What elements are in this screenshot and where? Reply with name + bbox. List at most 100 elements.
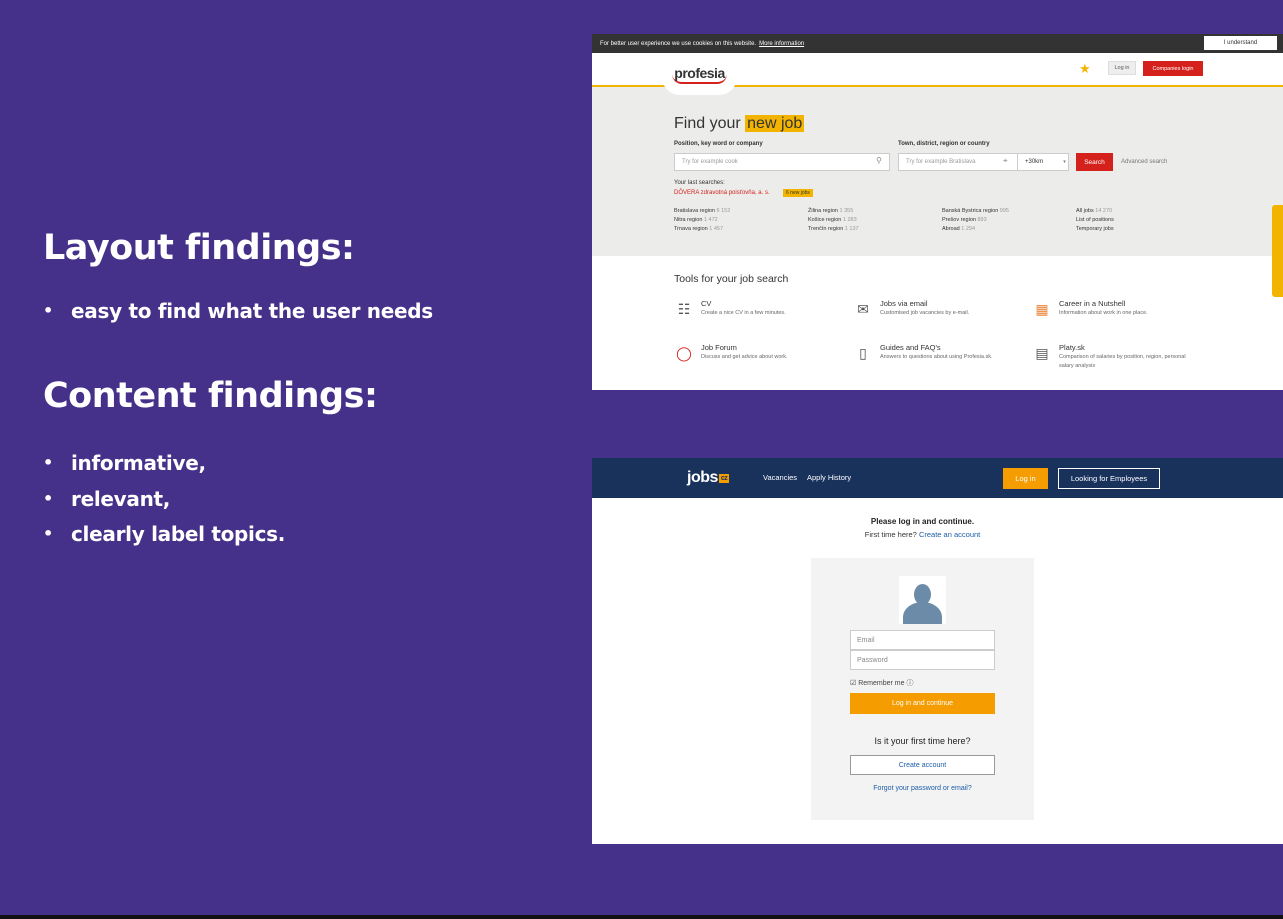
content-findings-list: informative, relevant, clearly label top… bbox=[43, 452, 285, 559]
first-time-heading: Is it your first time here? bbox=[874, 736, 971, 746]
looking-for-employees-button[interactable]: Looking for Employees bbox=[1058, 468, 1160, 489]
radius-select[interactable]: +30km ▾ bbox=[1017, 153, 1069, 171]
search-icon[interactable]: ⚲ bbox=[876, 156, 882, 165]
page-title: Find your new job bbox=[674, 115, 805, 133]
cube-icon: ▦ bbox=[1035, 301, 1049, 317]
login-prompt: Please log in and continue. bbox=[870, 517, 975, 526]
town-input[interactable]: Try for example Bratislava bbox=[898, 153, 1018, 171]
salary-icon: ▤ bbox=[1035, 345, 1049, 361]
tool-title: Platy.sk bbox=[1059, 343, 1085, 352]
region-link[interactable]: Prešov region 893 bbox=[942, 217, 1076, 223]
cookie-more-link[interactable]: More information bbox=[759, 41, 804, 47]
password-field[interactable]: Password bbox=[850, 650, 995, 670]
chat-icon: ◯ bbox=[676, 345, 692, 361]
tool-desc: Create a nice CV in a few minutes. bbox=[701, 310, 786, 316]
tool-desc: Discuss and get advice about work. bbox=[701, 354, 788, 360]
regions-grid: Bratislava region 6 152 Žilina region 1 … bbox=[674, 208, 1214, 232]
remember-me-checkbox[interactable]: ☑ Remember me ⓘ bbox=[850, 678, 913, 688]
bottom-border bbox=[0, 915, 1283, 919]
profesia-screenshot: For better user experience we use cookie… bbox=[592, 34, 1283, 390]
login-submit-button[interactable]: Log in and continue bbox=[850, 693, 995, 714]
avatar-body bbox=[903, 602, 942, 624]
cv-icon: ☷ bbox=[677, 301, 691, 317]
new-jobs-badge[interactable]: 6 new jobs bbox=[783, 189, 813, 197]
position-label: Position, key word or company bbox=[674, 141, 763, 147]
region-link[interactable]: Košice region 1 283 bbox=[808, 217, 942, 223]
jobscz-navbar: jobs cz Vacancies Apply History Log in Lo… bbox=[592, 458, 1283, 498]
region-link[interactable]: All jobs 14 270 bbox=[1076, 208, 1210, 214]
tool-title: CV bbox=[701, 299, 712, 308]
region-link[interactable]: Banská Bystrica region 995 bbox=[942, 208, 1076, 214]
email-field[interactable]: Email bbox=[850, 630, 995, 650]
checkbox-icon[interactable]: ☑ bbox=[850, 680, 856, 687]
tool-desc: Customised job vacancies by e-mail. bbox=[880, 310, 970, 316]
content-findings-heading: Content findings: bbox=[43, 376, 378, 416]
region-link[interactable]: Bratislava region 6 152 bbox=[674, 208, 808, 214]
avatar bbox=[899, 576, 946, 624]
title-highlight: new job bbox=[745, 115, 805, 132]
nav-apply-history[interactable]: Apply History bbox=[807, 473, 851, 482]
list-item: easy to find what the user needs bbox=[43, 300, 433, 336]
book-icon: ▯ bbox=[859, 345, 867, 361]
tool-item[interactable]: ▤ Platy.sk Comparison of salaries by posi… bbox=[1032, 343, 1199, 371]
layout-findings-list: easy to find what the user needs bbox=[43, 300, 433, 336]
cookie-text: For better user experience we use cookie… bbox=[600, 40, 757, 47]
tool-title: Career in a Nutshell bbox=[1059, 299, 1126, 308]
remember-me-label: Remember me bbox=[858, 680, 905, 687]
logo-tab: profesia bbox=[662, 53, 737, 95]
tool-title: Guides and FAQ's bbox=[880, 343, 941, 352]
first-time-text: First time here? Create an account bbox=[592, 530, 1253, 539]
feedback-side-tab[interactable] bbox=[1272, 205, 1283, 297]
list-item: relevant, bbox=[43, 488, 285, 524]
position-input[interactable]: Try for example cook bbox=[674, 153, 890, 171]
tool-title: Jobs via email bbox=[880, 299, 928, 308]
location-pin-icon[interactable]: ⌖ bbox=[1003, 156, 1008, 166]
companies-login-button[interactable]: Companies login bbox=[1143, 61, 1203, 76]
profesia-logo[interactable]: profesia bbox=[672, 65, 727, 84]
last-searches-label: Your last searches: bbox=[674, 180, 725, 186]
login-button[interactable]: Log in bbox=[1108, 61, 1136, 75]
tool-item[interactable]: ▯ Guides and FAQ's Answers to questions a… bbox=[853, 343, 993, 363]
tool-item[interactable]: ✉ Jobs via email Customised job vacancies… bbox=[853, 299, 969, 319]
tool-item[interactable]: ▦ Career in a Nutshell Information about … bbox=[1032, 299, 1148, 319]
cookie-accept-button[interactable]: I understand bbox=[1204, 36, 1277, 50]
tool-desc: Comparison of salaries by position, regi… bbox=[1059, 354, 1186, 369]
search-area: Find your new job Position, key word or … bbox=[592, 87, 1283, 297]
forgot-password-link[interactable]: Forgot your password or email? bbox=[811, 785, 1034, 792]
jobscz-screenshot: jobs cz Vacancies Apply History Log in Lo… bbox=[592, 458, 1283, 844]
advanced-search-link[interactable]: Advanced search bbox=[1121, 159, 1167, 165]
search-button[interactable]: Search bbox=[1076, 153, 1113, 171]
nav-login-button[interactable]: Log in bbox=[1003, 468, 1048, 489]
region-link[interactable]: List of positions bbox=[1076, 217, 1210, 223]
nav-vacancies[interactable]: Vacancies bbox=[763, 473, 797, 482]
region-link[interactable]: Abroad 1 294 bbox=[942, 226, 1076, 232]
region-link[interactable]: Nitra region 1 472 bbox=[674, 217, 808, 223]
region-link[interactable]: Žilina region 1 355 bbox=[808, 208, 942, 214]
create-account-button[interactable]: Create account bbox=[850, 755, 995, 775]
town-label: Town, district, region or country bbox=[898, 141, 990, 147]
radius-value: +30km bbox=[1025, 159, 1044, 165]
region-link[interactable]: Temporary jobs bbox=[1076, 226, 1210, 232]
tool-title: Job Forum bbox=[701, 343, 737, 352]
list-item: clearly label topics. bbox=[43, 523, 285, 559]
tools-title: Tools for your job search bbox=[674, 273, 789, 285]
list-item: informative, bbox=[43, 452, 285, 488]
tool-item[interactable]: ☷ CV Create a nice CV in a few minutes. bbox=[674, 299, 786, 319]
create-account-link[interactable]: Create an account bbox=[919, 530, 980, 539]
mail-icon: ✉ bbox=[857, 301, 869, 317]
jobscz-logo[interactable]: jobs cz bbox=[687, 469, 730, 487]
profesia-header: profesia ★ Log in Companies login bbox=[592, 53, 1283, 95]
info-icon[interactable]: ⓘ bbox=[906, 680, 913, 687]
tool-desc: Answers to questions about using Profesi… bbox=[880, 354, 993, 360]
last-search-item[interactable]: DÔVERA zdravotná poisťovňa, a. s. bbox=[674, 190, 770, 196]
layout-findings-heading: Layout findings: bbox=[43, 228, 355, 268]
tool-desc: Information about work in one place. bbox=[1059, 310, 1148, 316]
tool-item[interactable]: ◯ Job Forum Discuss and get advice about … bbox=[674, 343, 788, 363]
cookie-bar: For better user experience we use cookie… bbox=[592, 34, 1283, 53]
title-prefix: Find your bbox=[674, 115, 741, 132]
star-icon[interactable]: ★ bbox=[1079, 61, 1091, 77]
region-link[interactable]: Trnava region 1 457 bbox=[674, 226, 808, 232]
first-time-prefix: First time here? bbox=[864, 530, 917, 539]
region-link[interactable]: Trenčín region 1 137 bbox=[808, 226, 942, 232]
login-panel: Email Password ☑ Remember me ⓘ Log in an… bbox=[811, 558, 1034, 820]
